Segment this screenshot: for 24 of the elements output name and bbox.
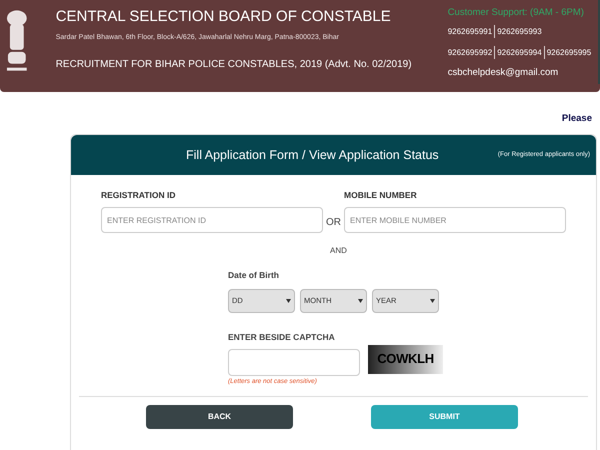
form-title: Fill Application Form / View Application Status bbox=[186, 146, 439, 164]
or-text: OR bbox=[326, 216, 341, 230]
registration-field[interactable]: ENTER REGISTRATION ID bbox=[101, 207, 323, 233]
notice-text: Please bbox=[562, 114, 592, 126]
phone-number: 9262695991 bbox=[448, 26, 492, 38]
dropdown-caret-icon bbox=[286, 298, 291, 303]
dob-label: Date of Birth bbox=[228, 269, 280, 282]
dropdown-caret-icon bbox=[430, 298, 435, 303]
mobile-field[interactable]: ENTER MOBILE NUMBER bbox=[344, 207, 566, 233]
captcha-label: ENTER BESIDE CAPTCHA bbox=[228, 330, 336, 344]
helpdesk-email: csbchelpdesk@gmail.com bbox=[448, 66, 560, 80]
registration-label: REGISTRATION ID bbox=[101, 189, 176, 202]
phone-number: 9262695993 bbox=[497, 26, 542, 38]
board-title: CENTRAL SELECTION BOARD OF CONSTABLE bbox=[56, 8, 392, 27]
recruitment-title: RECRUITMENT FOR BIHAR POLICE CONSTABLES, 2019 (Advt. No. 02/2019) bbox=[56, 58, 412, 72]
phone-number: 9262695995 bbox=[546, 46, 592, 59]
back-button[interactable]: BACK bbox=[146, 405, 293, 430]
and-text: AND bbox=[330, 245, 347, 257]
dropdown-caret-icon bbox=[358, 298, 363, 303]
mobile-label: MOBILE NUMBER bbox=[344, 189, 418, 202]
captcha-field[interactable] bbox=[228, 348, 360, 376]
phone-number: 9262695994 bbox=[497, 46, 542, 59]
phone-number: 9262695992 bbox=[448, 46, 492, 59]
support-title: Customer Support: (9AM - 6PM) bbox=[448, 6, 585, 20]
